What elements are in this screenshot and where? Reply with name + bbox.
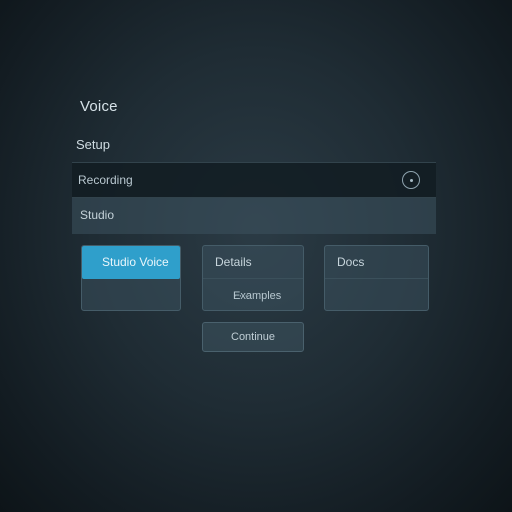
- continue-button[interactable]: Continue: [202, 322, 304, 352]
- section-label: Setup: [76, 137, 110, 152]
- studio-row-label: Studio: [80, 208, 115, 222]
- option-card-studio-voice[interactable]: Studio Voice: [81, 245, 181, 311]
- option-card-body: [82, 279, 180, 310]
- option-card-docs[interactable]: Docs: [324, 245, 429, 311]
- option-card-label: Docs: [337, 255, 365, 269]
- recording-row-label: Recording: [78, 173, 133, 187]
- option-card-sub-label: Examples: [233, 290, 282, 302]
- page-title: Voice: [80, 98, 118, 115]
- continue-button-label: Continue: [231, 331, 276, 343]
- option-card-details[interactable]: Details ··· Examples: [202, 245, 304, 311]
- option-card-label: Details: [215, 255, 252, 269]
- option-card-header[interactable]: Studio Voice: [82, 246, 180, 279]
- option-card-body[interactable]: ··· Examples: [203, 279, 303, 310]
- studio-row[interactable]: Studio: [72, 198, 436, 234]
- recording-row[interactable]: Recording: [72, 162, 436, 198]
- option-card-label: Studio Voice: [102, 255, 169, 269]
- option-card-header[interactable]: Docs: [325, 246, 428, 279]
- option-card-header[interactable]: Details: [203, 246, 303, 279]
- option-card-body: [325, 279, 428, 310]
- circle-info-icon[interactable]: [402, 171, 420, 189]
